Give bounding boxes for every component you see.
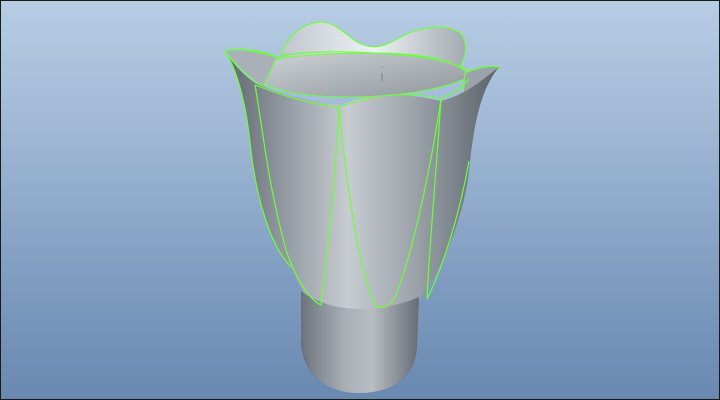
datum-marker-label: ·: [381, 64, 383, 71]
model-tulip-vase[interactable]: ·: [1, 1, 719, 399]
3d-viewport[interactable]: ·: [0, 0, 720, 400]
